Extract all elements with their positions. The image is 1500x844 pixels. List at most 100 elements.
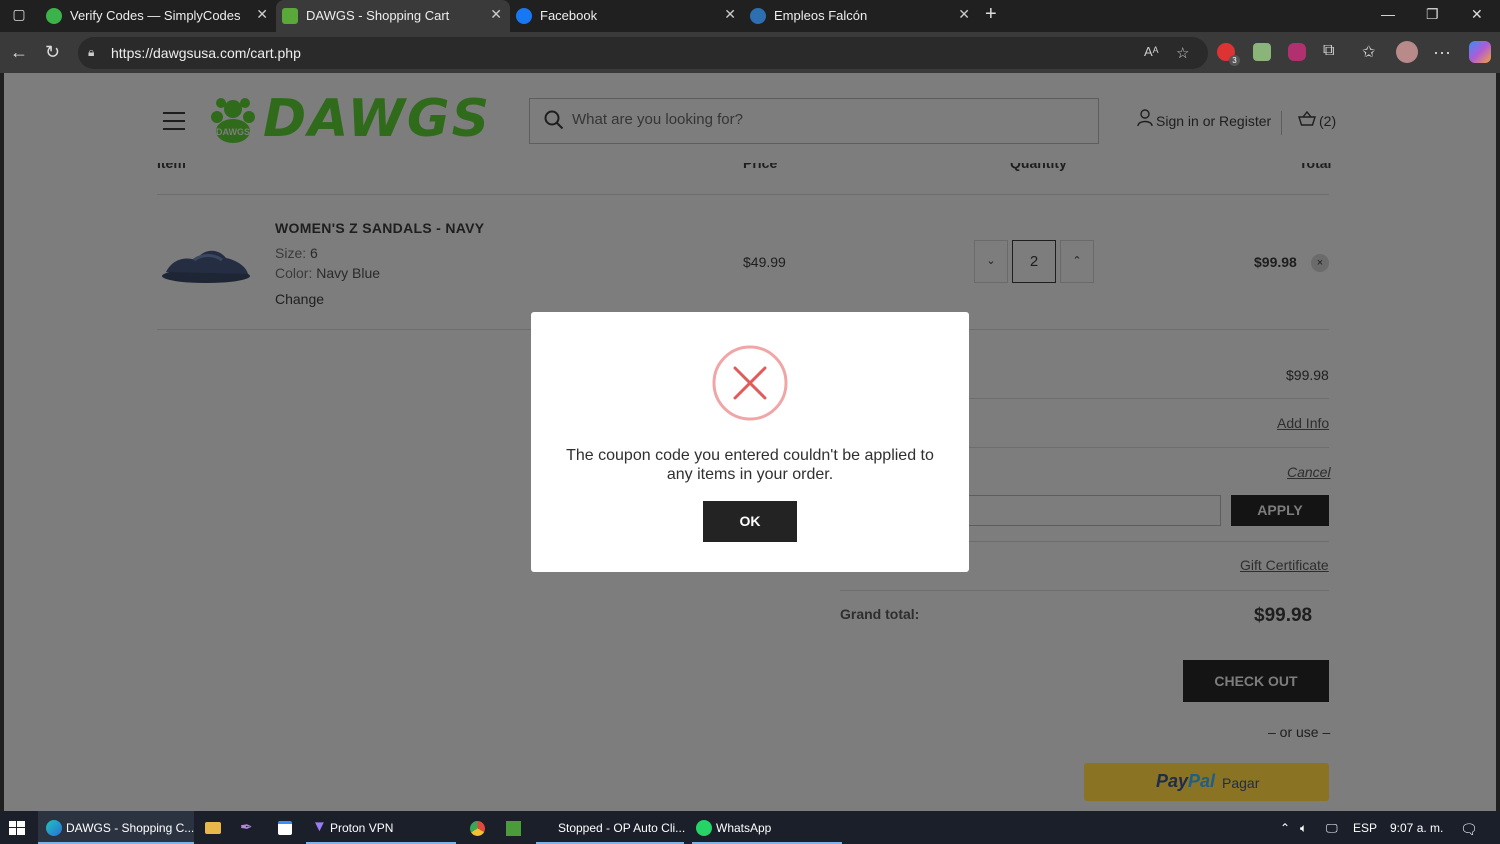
windows-taskbar: DAWGS - Shopping C... ✒︎ ▼ Proton VPN St… xyxy=(0,811,1500,844)
logo-wordmark: DAWGS xyxy=(263,89,492,149)
tab-simplycodes[interactable]: Verify Codes — SimplyCodes ✕ xyxy=(40,0,276,32)
subtotal-value: $99.98 xyxy=(1286,367,1329,383)
divider xyxy=(964,398,1329,399)
chrome-icon xyxy=(470,821,485,836)
tab-title: Verify Codes — SimplyCodes xyxy=(70,8,241,23)
divider xyxy=(840,590,1329,591)
close-tab-icon[interactable]: ✕ xyxy=(958,6,970,23)
taskbar-file-explorer[interactable] xyxy=(200,811,226,844)
taskbar-item-op-auto-clicker[interactable]: Stopped - OP Auto Cli... xyxy=(536,811,685,844)
extension-badge: 3 xyxy=(1229,55,1240,66)
clock[interactable]: 9:07 a. m. xyxy=(1390,821,1443,835)
quantity-decrease-button[interactable]: ⌄ xyxy=(974,240,1008,283)
cart-basket-icon xyxy=(1298,111,1316,126)
dawgs-logo[interactable]: DAWGS DAWGS xyxy=(207,89,507,149)
browser-tab-strip: ▢ Verify Codes — SimplyCodes ✕ DAWGS - S… xyxy=(0,0,1500,32)
minimize-icon[interactable]: — xyxy=(1381,6,1395,22)
taskbar-item-proton-vpn[interactable]: ▼ Proton VPN xyxy=(306,811,456,844)
divider xyxy=(964,541,1329,542)
paypal-button[interactable]: PayPal Pagar xyxy=(1084,763,1329,801)
tab-title: DAWGS - Shopping Cart xyxy=(306,8,450,23)
close-window-icon[interactable]: ✕ xyxy=(1471,6,1483,23)
extensions-puzzle-icon[interactable]: ⧉ xyxy=(1323,42,1334,60)
more-menu-icon[interactable]: ··· xyxy=(1433,42,1451,63)
taskbar-item-whatsapp[interactable]: WhatsApp xyxy=(692,811,842,844)
extension-shield-icon[interactable] xyxy=(1288,43,1306,61)
store-icon xyxy=(278,821,292,835)
search-box[interactable] xyxy=(529,98,1099,144)
column-header-quantity: Quantity xyxy=(1010,163,1067,171)
proton-vpn-icon: ▼ xyxy=(312,818,327,835)
notifications-icon[interactable]: 🗨︎ xyxy=(1460,821,1478,838)
tray-chevron-icon[interactable]: ⌃ xyxy=(1280,821,1290,835)
column-header-price: Price xyxy=(743,163,778,171)
close-tab-icon[interactable]: ✕ xyxy=(256,6,268,23)
tab-title: Empleos Falcón xyxy=(774,8,868,23)
extension-green-icon[interactable] xyxy=(1253,43,1271,61)
search-icon xyxy=(544,110,564,130)
close-tab-icon[interactable]: ✕ xyxy=(724,6,736,23)
error-x-circle-icon xyxy=(712,345,788,421)
taskbar-item-edge[interactable]: DAWGS - Shopping C... xyxy=(38,811,194,844)
paypal-logo: PayPal xyxy=(1156,771,1216,791)
change-options-link[interactable]: Change xyxy=(275,291,324,307)
taskbar-chrome[interactable] xyxy=(466,811,490,844)
copilot-icon[interactable] xyxy=(1469,41,1491,63)
folder-icon xyxy=(205,822,221,834)
read-aloud-icon[interactable]: Aᴬ xyxy=(1144,44,1159,59)
apply-coupon-button[interactable]: APPLY xyxy=(1231,495,1329,526)
column-header-total: Total xyxy=(1299,163,1332,171)
remove-item-icon[interactable]: × xyxy=(1311,254,1329,272)
tab-empleos-falcon[interactable]: Empleos Falcón ✕ xyxy=(744,0,978,32)
hamburger-menu-icon[interactable] xyxy=(163,112,185,130)
gift-certificate-link[interactable]: Gift Certificate xyxy=(1240,557,1329,573)
shipping-add-info-link[interactable]: Add Info xyxy=(1277,415,1329,431)
quantity-increase-button[interactable]: ⌃ xyxy=(1060,240,1094,283)
favorite-star-icon[interactable]: ☆ xyxy=(1176,44,1189,62)
back-icon[interactable]: ← xyxy=(10,42,28,63)
address-bar[interactable]: 🔒︎ https://dawgsusa.com/cart.php Aᴬ ☆ xyxy=(78,37,1208,69)
product-image[interactable] xyxy=(160,238,252,288)
dawgs-favicon-icon xyxy=(282,8,298,24)
new-tab-icon[interactable]: + xyxy=(985,3,997,26)
cart-count: (2) xyxy=(1319,113,1337,129)
checkout-button[interactable]: CHECK OUT xyxy=(1183,660,1329,702)
feather-icon: ✒︎ xyxy=(240,819,253,836)
quantity-input[interactable]: 2 xyxy=(1012,240,1056,283)
start-button[interactable] xyxy=(0,811,34,844)
restore-icon[interactable]: ❐ xyxy=(1426,6,1439,23)
divider xyxy=(157,194,1329,195)
product-name[interactable]: WOMEN'S Z SANDALS - NAVY xyxy=(275,220,484,236)
item-price: $49.99 xyxy=(743,254,786,270)
coupon-code-input[interactable] xyxy=(964,495,1221,526)
edge-icon xyxy=(46,820,62,836)
language-indicator[interactable]: ESP xyxy=(1353,821,1377,835)
search-input[interactable] xyxy=(572,111,1072,128)
coupon-cancel-link[interactable]: Cancel xyxy=(1287,464,1331,480)
user-icon xyxy=(1137,109,1153,127)
product-size: Size: 6 xyxy=(275,245,318,261)
grand-total-value: $99.98 xyxy=(1254,605,1313,626)
taskbar-pen-app[interactable]: ✒︎ xyxy=(236,811,262,844)
paw-logo-icon: DAWGS xyxy=(211,98,255,143)
tab-actions-icon[interactable]: ▢ xyxy=(8,6,30,26)
whatsapp-icon xyxy=(696,820,712,836)
refresh-icon[interactable]: ↻ xyxy=(45,42,60,63)
taskbar-store[interactable] xyxy=(272,811,298,844)
tab-facebook[interactable]: Facebook ✕ xyxy=(510,0,744,32)
tab-dawgs[interactable]: DAWGS - Shopping Cart ✕ xyxy=(276,0,510,32)
url-text[interactable]: https://dawgsusa.com/cart.php xyxy=(111,45,301,61)
product-color: Color: Navy Blue xyxy=(275,265,381,281)
volume-icon[interactable]: 🔈︎ xyxy=(1300,821,1307,836)
paypal-pay-label: Pagar xyxy=(1222,775,1260,791)
header-divider xyxy=(1281,111,1282,135)
profile-avatar[interactable] xyxy=(1396,41,1418,63)
close-tab-icon[interactable]: ✕ xyxy=(490,6,502,23)
or-use-label: – or use – xyxy=(1268,724,1331,740)
taskbar-minecraft[interactable] xyxy=(502,811,526,844)
grand-total-label: Grand total: xyxy=(840,606,920,622)
lock-icon: 🔒︎ xyxy=(88,45,95,59)
modal-ok-button[interactable]: OK xyxy=(703,501,797,542)
network-icon[interactable]: 🖵︎ xyxy=(1326,821,1338,836)
favorites-icon[interactable]: ✩ xyxy=(1362,42,1375,62)
